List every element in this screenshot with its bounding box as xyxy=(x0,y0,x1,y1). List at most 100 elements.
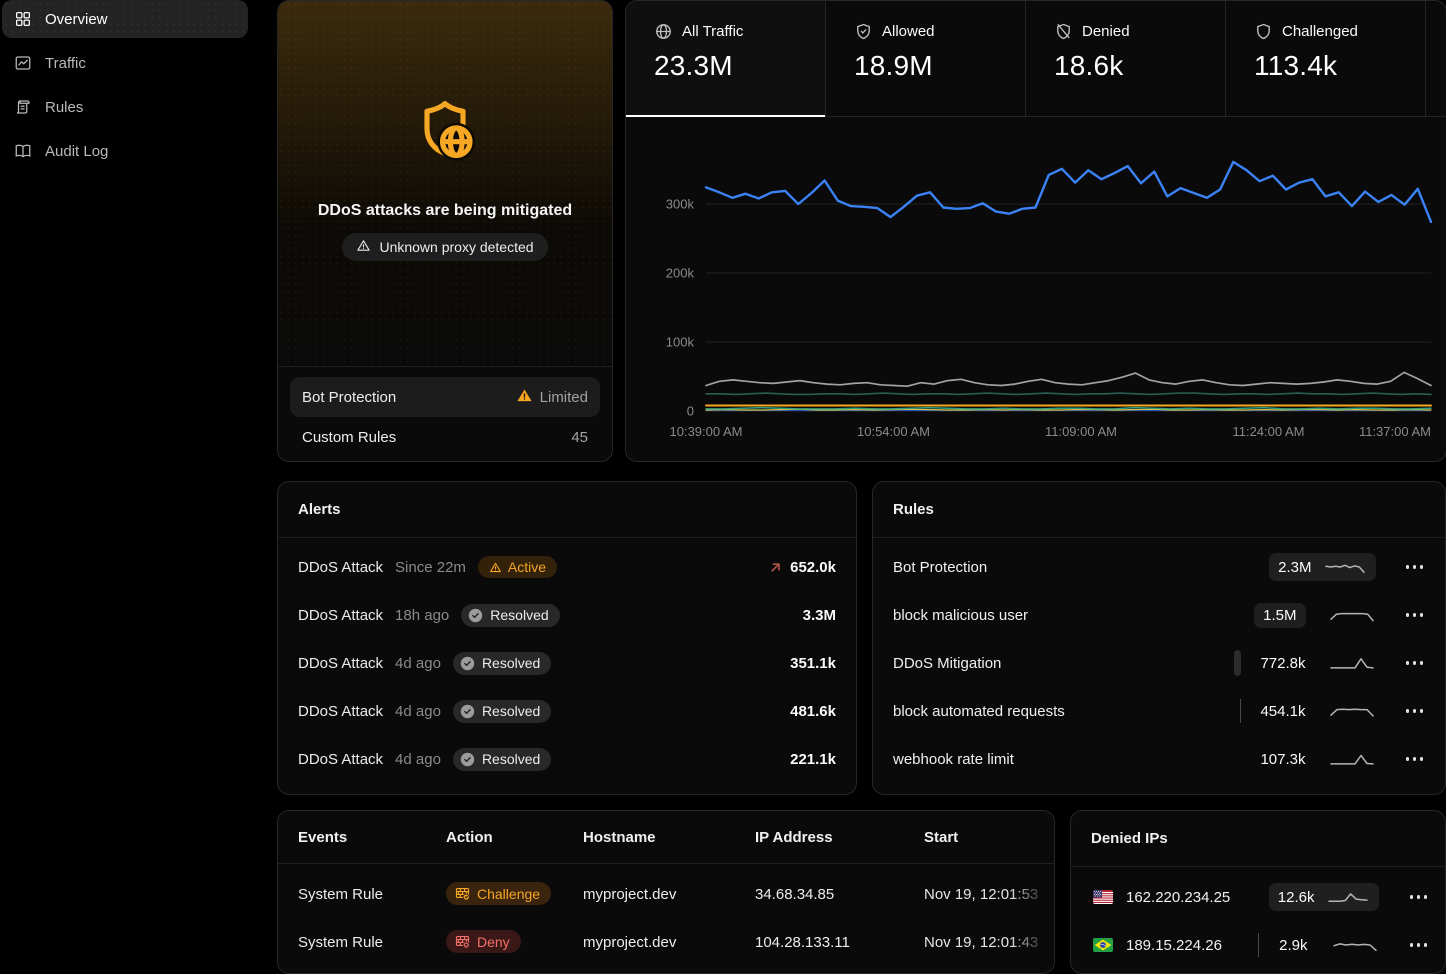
sparkline xyxy=(1328,605,1376,625)
rule-name: block automated requests xyxy=(893,703,1228,720)
status-badge-resolved: Resolved xyxy=(453,748,551,771)
row-menu-button[interactable] xyxy=(1408,889,1430,905)
events-column-header: Hostname xyxy=(583,829,755,846)
event-source: System Rule xyxy=(298,934,446,951)
rules-list: Bot Protection 2.3M block malicious user… xyxy=(873,538,1445,783)
svg-text:10:39:00 AM: 10:39:00 AM xyxy=(670,424,743,439)
warning-filled-icon xyxy=(516,387,533,404)
svg-text:200k: 200k xyxy=(666,266,695,281)
sidebar-item-label: Audit Log xyxy=(45,143,108,160)
events-column-header: IP Address xyxy=(755,829,924,846)
alert-name: DDoS Attack xyxy=(298,703,383,720)
alert-row[interactable]: DDoS Attack 4d ago Resolved 351.1k xyxy=(298,639,836,687)
alert-value: 351.1k xyxy=(790,655,836,672)
rule-name: Bot Protection xyxy=(893,559,1257,576)
tab-denied[interactable]: Denied 18.6k xyxy=(1026,1,1226,116)
rule-row[interactable]: block malicious user 1.5M xyxy=(893,591,1425,639)
bot-protection-label: Bot Protection xyxy=(302,389,396,406)
denied-ip-address: 189.15.224.26 xyxy=(1126,937,1245,954)
events-card: EventsActionHostnameIP AddressStart Syst… xyxy=(277,810,1055,974)
row-menu-button[interactable] xyxy=(1404,559,1426,575)
sidebar-item-label: Traffic xyxy=(45,55,86,72)
firewall-deny-icon xyxy=(454,933,471,950)
denied-ip-row[interactable]: 162.220.234.25 12.6k xyxy=(1093,873,1429,921)
value-marker xyxy=(1234,650,1241,676)
sidebar-item-label: Rules xyxy=(45,99,83,116)
globe-icon xyxy=(654,22,673,41)
svg-text:11:37:00 AM: 11:37:00 AM xyxy=(1359,424,1431,439)
event-hostname: myproject.dev xyxy=(583,886,755,903)
row-menu-button[interactable] xyxy=(1404,751,1426,767)
svg-text:11:09:00 AM: 11:09:00 AM xyxy=(1045,424,1117,439)
alert-row[interactable]: DDoS Attack 4d ago Resolved 481.6k xyxy=(298,687,836,735)
row-menu-button[interactable] xyxy=(1408,937,1430,953)
event-ip: 34.68.34.85 xyxy=(755,886,924,903)
row-menu-button[interactable] xyxy=(1404,607,1426,623)
events-column-header: Action xyxy=(446,829,583,846)
rule-row[interactable]: Bot Protection 2.3M xyxy=(893,543,1425,591)
svg-text:300k: 300k xyxy=(666,197,695,212)
tab-allowed[interactable]: Allowed 18.9M xyxy=(826,1,1026,116)
shield-globe-icon xyxy=(409,95,481,172)
sidebar-item-overview[interactable]: Overview xyxy=(2,0,248,38)
rule-name: webhook rate limit xyxy=(893,751,1248,768)
event-source: System Rule xyxy=(298,886,446,903)
rules-card: Rules Bot Protection 2.3M block maliciou… xyxy=(872,481,1446,795)
rules-title: Rules xyxy=(893,501,934,518)
br-flag-icon xyxy=(1093,938,1113,952)
rule-row[interactable]: block automated requests 454.1k xyxy=(893,687,1425,735)
events-table-body: System Rule Challenge myproject.dev 34.6… xyxy=(278,864,1054,966)
sidebar: Overview Traffic Rules Audit Log xyxy=(0,0,250,176)
tab-all-traffic[interactable]: All Traffic 23.3M xyxy=(626,1,826,116)
table-row[interactable]: System Rule Challenge myproject.dev 34.6… xyxy=(278,870,1054,918)
shield-icon xyxy=(1254,22,1273,41)
alert-value: 481.6k xyxy=(790,703,836,720)
sidebar-item-rules[interactable]: Rules xyxy=(2,88,248,126)
rule-value: 772.8k xyxy=(1260,655,1305,672)
alert-row[interactable]: DDoS Attack Since 22m Active 652.0k xyxy=(298,543,836,591)
tab-label: Allowed xyxy=(882,23,935,40)
alert-time: 4d ago xyxy=(395,655,441,672)
proxy-detected-badge: Unknown proxy detected xyxy=(342,233,547,261)
sidebar-item-audit-log[interactable]: Audit Log xyxy=(2,132,248,170)
tab-challenged[interactable]: Challenged 113.4k xyxy=(1226,1,1426,116)
dashboard-root: Overview Traffic Rules Audit Log DDoS at… xyxy=(0,0,1446,974)
bot-protection-row[interactable]: Bot Protection Limited xyxy=(290,377,600,417)
alerts-title: Alerts xyxy=(298,501,341,518)
rule-row[interactable]: DDoS Mitigation 772.8k xyxy=(893,639,1425,687)
sidebar-item-traffic[interactable]: Traffic xyxy=(2,44,248,82)
tab-label: Challenged xyxy=(1282,23,1358,40)
rule-value: 454.1k xyxy=(1260,703,1305,720)
tab-value: 18.6k xyxy=(1054,50,1225,82)
alert-time: 18h ago xyxy=(395,607,449,624)
us-flag-icon xyxy=(1093,890,1113,904)
denied-ip-row[interactable]: 189.15.224.26 2.9k xyxy=(1093,921,1429,969)
custom-rules-row[interactable]: Custom Rules 45 xyxy=(290,417,600,457)
traffic-chart: 300k200k100k010:39:00 AM10:54:00 AM11:09… xyxy=(626,117,1446,462)
rule-value: 2.9k xyxy=(1279,937,1307,954)
shield-check-icon xyxy=(854,22,873,41)
alert-name: DDoS Attack xyxy=(298,559,383,576)
rule-name: block malicious user xyxy=(893,607,1242,624)
chart-line-icon xyxy=(14,54,32,72)
check-circle-icon xyxy=(459,655,476,672)
table-row[interactable]: System Rule Deny myproject.dev 104.28.13… xyxy=(278,918,1054,966)
action-badge-deny: Deny xyxy=(446,930,521,953)
denied-ips-card: Denied IPs 162.220.234.25 12.6k 189.15.2… xyxy=(1070,810,1446,974)
svg-text:10:54:00 AM: 10:54:00 AM xyxy=(857,424,930,439)
alerts-list: DDoS Attack Since 22m Active 652.0k DDoS… xyxy=(278,538,856,783)
traffic-chart-card: All Traffic 23.3M Allowed 18.9M Denied 1… xyxy=(625,0,1446,462)
rule-row[interactable]: webhook rate limit 107.3k xyxy=(893,735,1425,783)
sparkline xyxy=(1323,557,1367,577)
alert-row[interactable]: DDoS Attack 18h ago Resolved 3.3M xyxy=(298,591,836,639)
event-ip: 104.28.133.11 xyxy=(755,934,924,951)
events-column-header: Start xyxy=(924,829,1054,846)
value-marker xyxy=(1240,699,1241,723)
row-menu-button[interactable] xyxy=(1404,655,1426,671)
alert-time: 4d ago xyxy=(395,751,441,768)
alert-row[interactable]: DDoS Attack 4d ago Resolved 221.1k xyxy=(298,735,836,783)
sparkline xyxy=(1328,749,1376,769)
mitigation-hero: DDoS attacks are being mitigated Unknown… xyxy=(278,1,612,366)
sparkline xyxy=(1326,887,1370,907)
row-menu-button[interactable] xyxy=(1404,703,1426,719)
